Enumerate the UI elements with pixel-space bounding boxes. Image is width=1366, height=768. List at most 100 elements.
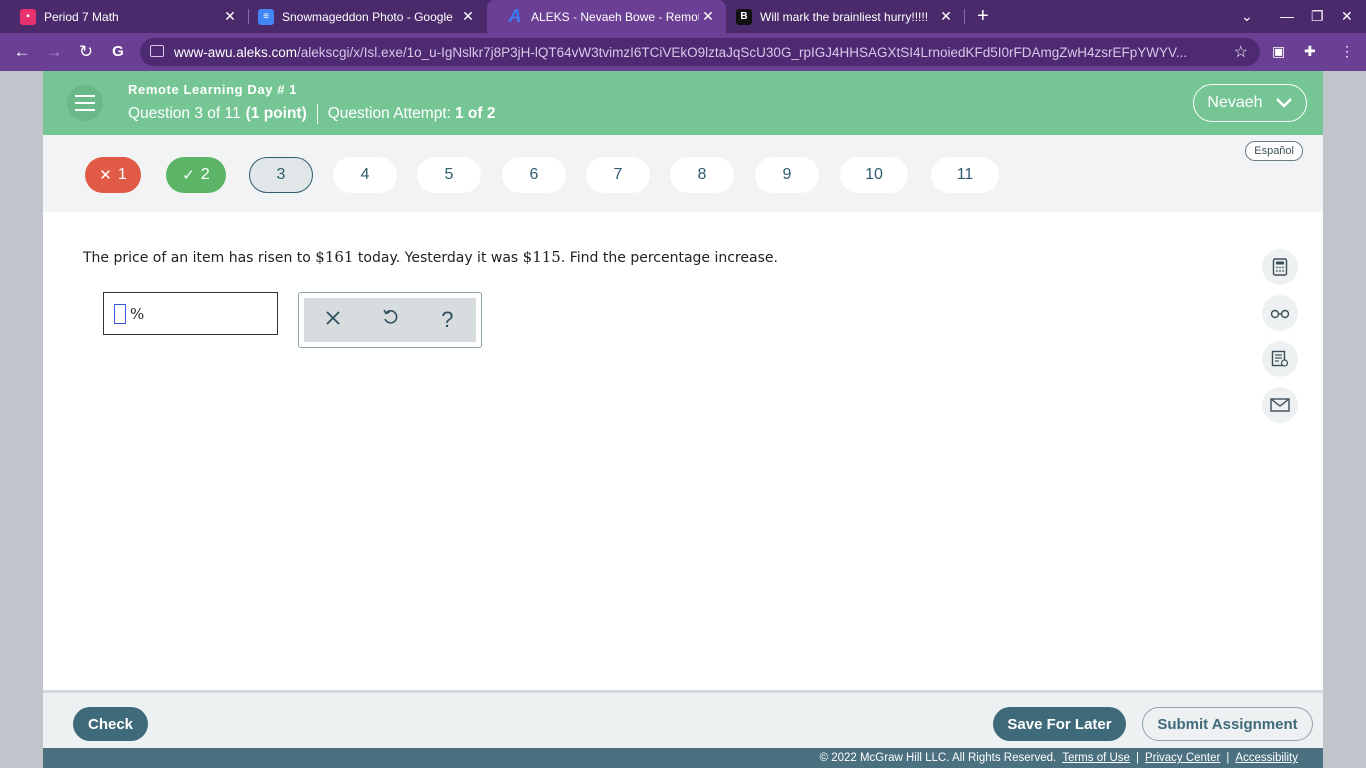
minimize-icon[interactable]: — (1280, 8, 1294, 24)
problem-value: $161 (315, 248, 354, 266)
browser-tab-strip: ▪ Period 7 Math ✕ ≡ Snowmageddon Photo -… (0, 0, 1366, 33)
answer-input[interactable]: % (103, 292, 278, 335)
problem-text: . Find the percentage increase. (560, 250, 778, 266)
restore-icon[interactable]: ❐ (1311, 8, 1324, 25)
calculator-button[interactable] (1262, 249, 1298, 285)
reader-button[interactable] (1262, 295, 1298, 331)
close-tab-icon[interactable]: ✕ (938, 8, 954, 24)
forward-icon[interactable]: → (43, 42, 65, 62)
question-points: (1 point) (245, 105, 307, 122)
question-7-button[interactable]: 7 (586, 157, 650, 193)
problem-statement: The price of an item has risen to $161 t… (83, 248, 778, 266)
submit-assignment-button[interactable]: Submit Assignment (1142, 707, 1313, 741)
question-navigator: Español ✕ 1 ✓ 2 3 4 5 6 7 8 9 10 11 (43, 135, 1323, 212)
close-tab-icon[interactable]: ✕ (700, 8, 716, 24)
site-info-icon[interactable] (150, 45, 164, 57)
question-10-button[interactable]: 10 (840, 157, 908, 193)
browser-tab-brainly[interactable]: B Will mark the brainliest hurry!!!!! ✕ (716, 0, 964, 33)
answer-toolpad: ? (298, 292, 482, 348)
close-tab-icon[interactable]: ✕ (222, 8, 238, 24)
tab-title: Period 7 Math (44, 9, 119, 24)
calculator-icon (1272, 258, 1288, 276)
check-icon: ✓ (182, 167, 195, 184)
question-label: Question 3 of 11 (128, 105, 241, 122)
back-icon[interactable]: ← (11, 42, 33, 62)
question-3-button[interactable]: 3 (249, 157, 313, 193)
link-separator: | (1135, 752, 1139, 764)
question-6-button[interactable]: 6 (502, 157, 566, 193)
assignment-title: Remote Learning Day # 1 (128, 82, 298, 97)
user-name: Nevaeh (1207, 94, 1263, 111)
notes-button[interactable] (1262, 341, 1298, 377)
chevron-down-icon (1275, 98, 1292, 108)
question-number: 11 (956, 166, 974, 183)
percent-unit: % (130, 305, 145, 323)
clear-button[interactable] (318, 309, 348, 332)
question-number: 2 (200, 166, 210, 183)
save-for-later-button[interactable]: Save For Later (993, 707, 1126, 741)
problem-text: today. Yesterday it was (353, 250, 523, 266)
mail-icon (1270, 398, 1290, 412)
question-8-button[interactable]: 8 (670, 157, 734, 193)
brainly-icon: B (736, 8, 752, 25)
question-4-button[interactable]: 4 (333, 157, 397, 193)
new-tab-icon[interactable]: + (977, 6, 989, 26)
assignment-header: Remote Learning Day # 1 Question 3 of 11… (43, 71, 1323, 135)
aleks-icon: A (508, 6, 522, 26)
window-close-icon[interactable]: ✕ (1341, 8, 1353, 25)
browser-tab-snowmageddon[interactable]: ≡ Snowmageddon Photo - Google ✕ (238, 0, 486, 33)
url-text[interactable]: www-awu.aleks.com/alekscgi/x/Isl.exe/1o_… (174, 45, 1220, 60)
bookmark-star-icon[interactable]: ☆ (1234, 42, 1248, 62)
wrong-x-icon: ✕ (99, 167, 112, 184)
menu-icon[interactable] (67, 85, 103, 121)
question-number: 10 (865, 166, 883, 183)
browser-tab-aleks[interactable]: A ALEKS - Nevaeh Bowe - Remote L ✕ (487, 0, 726, 33)
help-button[interactable]: ? (432, 307, 462, 333)
tab-title: Will mark the brainliest hurry!!!!! (760, 9, 929, 24)
url-host: www-awu.aleks.com (174, 45, 298, 60)
address-bar[interactable]: www-awu.aleks.com/alekscgi/x/Isl.exe/1o_… (140, 38, 1260, 66)
classroom-icon: ▪ (20, 8, 36, 25)
terms-of-use-link[interactable]: Terms of Use (1062, 752, 1130, 764)
question-9-button[interactable]: 9 (755, 157, 819, 193)
question-5-button[interactable]: 5 (417, 157, 481, 193)
privacy-center-link[interactable]: Privacy Center (1145, 752, 1220, 764)
espanol-link[interactable]: Español (1245, 141, 1303, 161)
answer-cursor[interactable] (114, 304, 126, 324)
user-menu-button[interactable]: Nevaeh (1193, 84, 1307, 122)
close-tab-icon[interactable]: ✕ (460, 8, 476, 24)
link-separator: | (1226, 752, 1230, 764)
question-1-button[interactable]: ✕ 1 (85, 157, 141, 193)
question-number: 5 (444, 166, 454, 183)
tab-title: ALEKS - Nevaeh Bowe - Remote L (531, 9, 699, 24)
problem-value: $115 (522, 248, 561, 266)
copyright-bar: © 2022 McGraw Hill LLC. All Rights Reser… (43, 748, 1323, 768)
tab-search-icon[interactable]: ⌄ (1241, 8, 1253, 25)
question-number: 1 (117, 166, 127, 183)
reload-icon[interactable]: ↻ (75, 42, 97, 62)
accessibility-link[interactable]: Accessibility (1235, 752, 1298, 764)
check-button[interactable]: Check (73, 707, 148, 741)
question-info: Question 3 of 11 (1 point) Question Atte… (128, 104, 495, 124)
question-number: 9 (782, 166, 792, 183)
undo-icon (383, 309, 398, 324)
extension-icon[interactable]: ▣ (1272, 43, 1285, 60)
attempt-value: 1 of 2 (454, 105, 496, 122)
question-number: 6 (529, 166, 539, 183)
tab-title: Snowmageddon Photo - Google (282, 9, 453, 24)
question-number: 8 (697, 166, 707, 183)
question-11-button[interactable]: 11 (931, 157, 999, 193)
browser-tab-period-7-math[interactable]: ▪ Period 7 Math ✕ (0, 0, 248, 33)
browser-menu-icon[interactable]: ⋮ (1340, 43, 1354, 60)
close-icon (326, 310, 340, 325)
tab-divider (964, 9, 965, 24)
glasses-icon (1270, 309, 1290, 319)
google-icon[interactable]: G (107, 42, 129, 62)
question-2-button[interactable]: ✓ 2 (166, 157, 226, 193)
page-footer: Check Save For Later Submit Assignment (43, 690, 1323, 748)
browser-toolbar: ← → ↻ G www-awu.aleks.com/alekscgi/x/Isl… (0, 33, 1366, 71)
undo-button[interactable] (375, 308, 405, 332)
message-button[interactable] (1262, 387, 1298, 423)
url-path: /alekscgi/x/Isl.exe/1o_u-IgNslkr7j8P3jH-… (297, 45, 1188, 60)
puzzle-extensions-icon[interactable]: ✚ (1304, 43, 1316, 60)
